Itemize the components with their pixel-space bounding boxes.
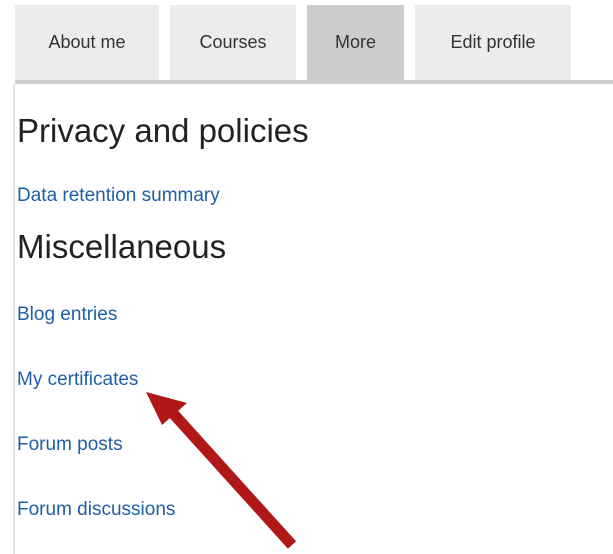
tab-edit-profile[interactable]: Edit profile bbox=[415, 5, 571, 80]
tab-courses[interactable]: Courses bbox=[170, 5, 296, 80]
tab-edit-profile-label: Edit profile bbox=[450, 32, 536, 52]
tab-about-me-label: About me bbox=[48, 32, 126, 52]
annotation-arrow-shaft bbox=[165, 406, 297, 549]
miscellaneous-heading: Miscellaneous bbox=[17, 228, 227, 265]
tab-about-me[interactable]: About me bbox=[15, 5, 159, 80]
data-retention-summary-link[interactable]: Data retention summary bbox=[17, 186, 220, 205]
profile-tabs: About me Courses More Edit profile bbox=[15, 5, 571, 80]
tab-more-label: More bbox=[334, 32, 376, 52]
content-left-border bbox=[13, 84, 15, 554]
tab-courses-label: Courses bbox=[199, 32, 267, 52]
blog-entries-link[interactable]: Blog entries bbox=[17, 305, 117, 324]
tab-underline bbox=[15, 80, 613, 84]
privacy-heading: Privacy and policies bbox=[17, 112, 309, 149]
tab-more[interactable]: More bbox=[307, 5, 404, 80]
my-certificates-link[interactable]: My certificates bbox=[17, 370, 138, 389]
forum-posts-link[interactable]: Forum posts bbox=[17, 435, 123, 454]
annotation-arrow-head bbox=[146, 392, 187, 425]
forum-discussions-link[interactable]: Forum discussions bbox=[17, 500, 175, 519]
profile-page: About me Courses More Edit profile Priva… bbox=[0, 0, 613, 554]
